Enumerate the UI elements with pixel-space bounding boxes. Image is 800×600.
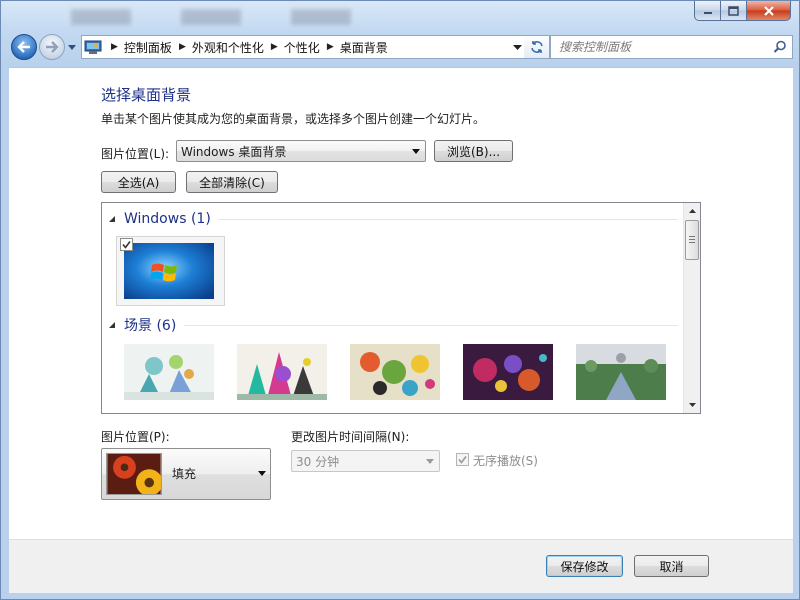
refresh-button[interactable]: [524, 35, 550, 59]
interval-select[interactable]: 30 分钟: [291, 450, 440, 472]
maximize-icon: [728, 5, 739, 16]
picture-location-select[interactable]: Windows 桌面背景: [176, 140, 426, 162]
back-button[interactable]: [11, 34, 37, 60]
forward-arrow-icon: [46, 41, 59, 53]
address-bar[interactable]: ▶ 控制面板 ▶ 外观和个性化 ▶ 个性化 ▶ 桌面背景: [81, 35, 527, 59]
picture-location-value: Windows 桌面背景: [181, 144, 287, 159]
wallpaper-thumbnail-scene-4[interactable]: [463, 344, 553, 400]
back-arrow-icon: [17, 41, 30, 53]
close-button[interactable]: [747, 1, 791, 21]
chevron-down-icon: [68, 44, 76, 50]
page-title: 选择桌面背景: [101, 86, 192, 104]
cancel-button[interactable]: 取消: [634, 555, 709, 577]
gallery-scrollbar[interactable]: [683, 203, 700, 413]
breadcrumb-separator-icon: ▶: [178, 42, 186, 52]
group-divider: [218, 218, 678, 220]
breadcrumb-1[interactable]: ▶ 外观和个性化: [174, 36, 266, 58]
scroll-up-button[interactable]: [684, 203, 700, 219]
select-all-button[interactable]: 全选(A): [101, 171, 176, 193]
collapse-triangle-icon: [109, 322, 115, 328]
group-name: 场景 (6): [124, 318, 177, 334]
wallpaper-thumbnail-scene-2[interactable]: [237, 344, 327, 400]
picture-location-label: 图片位置(L):: [101, 147, 170, 161]
grip-line: [689, 242, 695, 243]
titlebar-ghost: [71, 9, 371, 25]
checkmark-icon: [458, 456, 467, 464]
address-dropdown-icon[interactable]: [513, 41, 522, 53]
wallpaper-thumbnail-scene-1[interactable]: [124, 344, 214, 400]
content-pane: 选择桌面背景 单击某个图片使其成为您的桌面背景，或选择多个图片创建一个幻灯片。 …: [9, 67, 793, 539]
maximize-button[interactable]: [721, 1, 747, 21]
breadcrumb-2[interactable]: ▶ 个性化: [266, 36, 322, 58]
interval-value: 30 分钟: [296, 454, 340, 469]
search-input[interactable]: [559, 40, 759, 54]
grip-line: [689, 239, 695, 240]
shuffle-label: 无序播放(S): [473, 454, 538, 468]
picture-position-select[interactable]: 填充: [101, 448, 271, 500]
caption-buttons: [694, 1, 791, 21]
search-box: [550, 35, 793, 59]
picture-position-value: 填充: [172, 467, 197, 481]
page-description: 单击某个图片使其成为您的桌面背景，或选择多个图片创建一个幻灯片。: [101, 112, 486, 126]
group-name: Windows (1): [124, 211, 211, 227]
breadcrumb-separator-icon: ▶: [270, 42, 278, 52]
close-icon: [763, 5, 774, 16]
position-preview-image: [106, 453, 162, 495]
scroll-thumb[interactable]: [685, 220, 699, 260]
chevron-down-icon: [426, 459, 434, 464]
shuffle-checkbox[interactable]: [456, 453, 469, 466]
chevron-down-icon: [412, 149, 420, 154]
windows-wallpaper-image: [124, 243, 214, 299]
minimize-button[interactable]: [694, 1, 721, 21]
browse-button[interactable]: 浏览(B)...: [434, 140, 513, 162]
interval-label: 更改图片时间间隔(N):: [291, 430, 410, 444]
background-gallery: Windows (1) 场景 (6): [101, 202, 701, 414]
group-divider: [184, 324, 678, 326]
grip-line: [689, 236, 695, 237]
minimize-icon: [703, 11, 712, 14]
save-changes-button[interactable]: 保存修改: [546, 555, 623, 577]
wallpaper-thumbnail-scene-5[interactable]: [576, 344, 666, 400]
clear-all-button[interactable]: 全部清除(C): [186, 171, 278, 193]
group-header-windows[interactable]: Windows (1): [108, 211, 678, 227]
select-checkbox[interactable]: [120, 238, 133, 251]
window-frame: ▶控制面板 ▶外观和个性化 ▶个性化 ▶桌面背景 选择桌面背景 单击某个图片使其…: [0, 0, 800, 600]
breadcrumb-separator-icon: ▶: [326, 42, 334, 52]
group-header-scenes[interactable]: 场景 (6): [108, 315, 678, 335]
checkmark-icon: [122, 241, 131, 249]
control-panel-icon: [84, 40, 102, 54]
breadcrumb-3[interactable]: ▶ 桌面背景: [322, 36, 390, 58]
breadcrumb-0[interactable]: ▶ 控制面板: [106, 36, 174, 58]
scroll-up-icon: [688, 209, 696, 213]
picture-position-label: 图片位置(P):: [101, 430, 170, 444]
breadcrumb-separator-icon: ▶: [111, 42, 118, 52]
scroll-down-icon: [688, 403, 696, 407]
footer-bar: 保存修改 取消: [9, 539, 793, 593]
forward-button[interactable]: [39, 34, 65, 60]
navigation-bar: ▶ 控制面板 ▶ 外观和个性化 ▶ 个性化 ▶ 桌面背景: [9, 31, 793, 61]
refresh-icon: [530, 41, 543, 53]
search-icon[interactable]: [773, 40, 787, 54]
wallpaper-thumbnail-scene-3[interactable]: [350, 344, 440, 400]
chevron-down-icon: [258, 471, 266, 476]
recent-pages-dropdown[interactable]: [67, 41, 77, 53]
scroll-down-button[interactable]: [684, 397, 700, 413]
collapse-triangle-icon: [109, 216, 115, 222]
wallpaper-thumbnail-windows[interactable]: [116, 236, 225, 306]
